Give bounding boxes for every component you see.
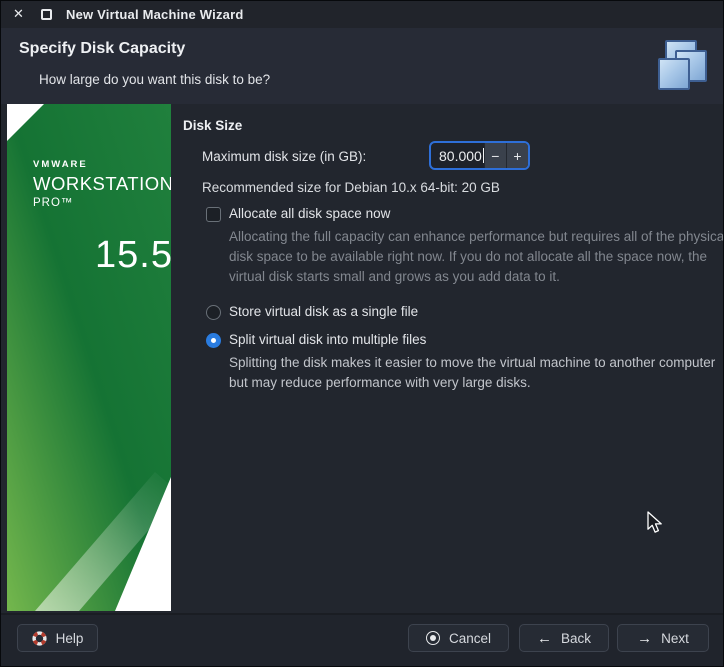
recommended-size-text: Recommended size for Debian 10.x 64-bit:… — [202, 180, 500, 195]
page-subtitle: How large do you want this disk to be? — [39, 72, 270, 87]
single-file-label[interactable]: Store virtual disk as a single file — [229, 304, 418, 319]
allocate-label[interactable]: Allocate all disk space now — [229, 206, 390, 221]
back-button[interactable]: ← Back — [519, 624, 609, 652]
cancel-button[interactable]: Cancel — [408, 624, 509, 652]
back-label: Back — [561, 631, 591, 646]
logo-square-front — [658, 58, 690, 90]
page-title: Specify Disk Capacity — [19, 40, 185, 58]
brand-block: VMWARE WORKSTATION PRO™ 15.5 — [33, 159, 171, 209]
single-file-radio[interactable] — [206, 305, 221, 320]
disk-size-heading: Disk Size — [183, 118, 242, 133]
multiple-files-description: Splitting the disk makes it easier to mo… — [229, 353, 717, 393]
cancel-label: Cancel — [449, 631, 491, 646]
cancel-icon — [426, 631, 440, 645]
footer-bar: Help Cancel ← Back → Next — [1, 613, 724, 667]
disk-size-value: 80.000 — [439, 148, 482, 164]
window-title: New Virtual Machine Wizard — [66, 7, 244, 22]
wizard-header: Specify Disk Capacity How large do you w… — [1, 28, 724, 104]
brand-pro: PRO™ — [33, 197, 171, 209]
increment-button[interactable]: + — [506, 143, 528, 168]
back-arrow-icon: ← — [537, 630, 552, 647]
brand-version: 15.5 — [95, 234, 171, 277]
window-icon — [41, 9, 52, 20]
next-button[interactable]: → Next — [617, 624, 709, 652]
wizard-window: ✕ New Virtual Machine Wizard Specify Dis… — [0, 0, 724, 667]
help-label: Help — [56, 631, 84, 646]
brand-vmware: VMWARE — [33, 159, 171, 170]
allocate-checkbox[interactable] — [206, 207, 221, 222]
life-ring-icon — [32, 631, 47, 646]
multiple-files-radio[interactable] — [206, 333, 221, 348]
next-label: Next — [661, 631, 689, 646]
close-icon[interactable]: ✕ — [13, 6, 24, 22]
vmware-squares-icon — [657, 40, 719, 98]
titlebar: ✕ New Virtual Machine Wizard — [1, 1, 724, 28]
decrement-button[interactable]: − — [484, 143, 506, 168]
disk-size-input[interactable]: 80.000 — [431, 143, 484, 168]
multiple-files-label[interactable]: Split virtual disk into multiple files — [229, 332, 426, 347]
next-arrow-icon: → — [637, 630, 652, 647]
allocate-description: Allocating the full capacity can enhance… — [229, 227, 724, 287]
brand-workstation: WORKSTATION — [33, 173, 171, 195]
max-disk-size-label: Maximum disk size (in GB): — [202, 149, 366, 164]
mouse-cursor — [647, 511, 665, 534]
help-button[interactable]: Help — [17, 624, 98, 652]
max-disk-size-spinbox[interactable]: 80.000 − + — [429, 141, 530, 170]
sidebar-branding-panel: VMWARE WORKSTATION PRO™ 15.5 — [7, 104, 171, 611]
